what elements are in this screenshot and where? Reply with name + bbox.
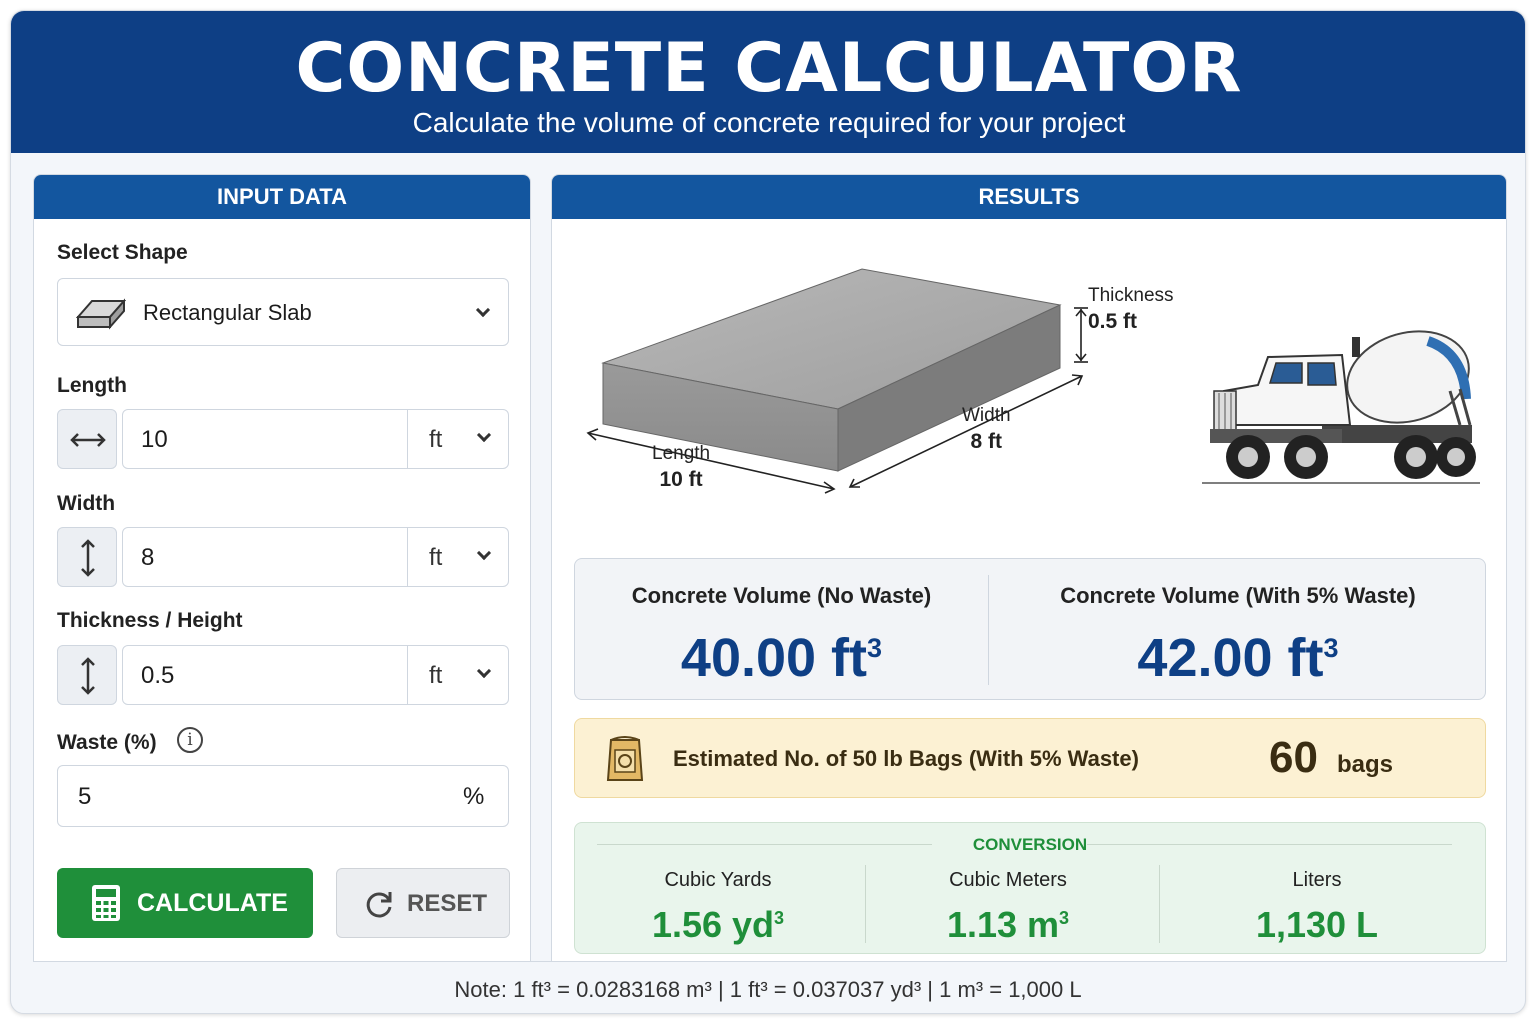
divider (1087, 844, 1452, 845)
thickness-value: 0.5 (141, 662, 175, 689)
vertical-arrows-icon (57, 645, 117, 705)
cement-bag-icon (605, 732, 645, 789)
calculator-icon (91, 884, 121, 929)
length-callout-label: Length (652, 443, 711, 464)
horizontal-arrows-icon (57, 409, 117, 469)
length-callout-value: 10 ft (659, 468, 703, 491)
bags-count: 60 (1269, 733, 1318, 782)
page-title: CONCRETE CALCULATOR (295, 29, 1243, 108)
shape-select-value: Rectangular Slab (143, 300, 312, 325)
thickness-callout-label: Thickness (1088, 285, 1174, 306)
conversion-value: 1,130 L (1255, 904, 1379, 945)
chevron-down-icon[interactable] (476, 545, 492, 561)
width-callout-label: Width (962, 405, 1011, 426)
refresh-icon (363, 888, 395, 927)
slab-diagram: Thickness 0.5 ft Width 8 ft Length 10 ft (552, 219, 1506, 549)
reset-button[interactable]: RESET (336, 868, 510, 938)
thickness-callout: Thickness 0.5 ft (1088, 283, 1174, 336)
slab-icon (75, 295, 127, 336)
thickness-callout-value: 0.5 ft (1088, 310, 1138, 333)
width-value: 8 (141, 544, 155, 571)
thickness-label: Thickness / Height (57, 609, 243, 632)
waste-input[interactable]: 5 % (57, 765, 509, 827)
bags-label: Estimated No. of 50 lb Bags (With 5% Was… (673, 746, 1139, 771)
divider (407, 528, 408, 586)
conversion-note: Note: 1 ft³ = 0.0283168 m³ | 1 ft³ = 0.0… (454, 977, 1082, 1002)
bags-estimate: Estimated No. of 50 lb Bags (With 5% Was… (574, 718, 1486, 798)
volume-with-waste: Concrete Volume (With 5% Waste) 42.00 ft… (989, 583, 1487, 689)
thickness-input[interactable]: 0.5 ft (122, 645, 509, 705)
length-row: 10 ft (57, 409, 509, 469)
shape-label: Select Shape (57, 241, 188, 264)
shape-select[interactable]: Rectangular Slab (57, 278, 509, 346)
conversion-label: Liters (1292, 869, 1342, 891)
length-callout: Length 10 ft (652, 441, 710, 494)
conversion-value: 1.56 yd3 (651, 904, 785, 945)
width-label: Width (57, 492, 116, 515)
calculate-label: CALCULATE (137, 889, 288, 917)
width-unit-select[interactable]: ft (429, 544, 442, 572)
conversion-label: Cubic Meters (949, 869, 1067, 891)
volume-with-waste-value: 42.00 ft3 (1137, 628, 1339, 688)
waste-unit: % (463, 783, 485, 810)
thickness-unit-select[interactable]: ft (429, 662, 442, 690)
volume-no-waste-label: Concrete Volume (No Waste) (631, 583, 932, 608)
divider (407, 410, 408, 468)
concrete-mixer-truck-icon (1202, 330, 1480, 484)
length-input[interactable]: 10 ft (122, 409, 509, 469)
calculate-button[interactable]: CALCULATE (57, 868, 313, 938)
conversion-liters: Liters 1,130 L (1172, 869, 1462, 946)
results-panel-heading: RESULTS (552, 175, 1506, 219)
vertical-arrows-icon (57, 527, 117, 587)
divider (407, 646, 408, 704)
thickness-row: 0.5 ft (57, 645, 509, 705)
chevron-down-icon (475, 302, 491, 318)
width-input[interactable]: 8 ft (122, 527, 509, 587)
volume-with-waste-label: Concrete Volume (With 5% Waste) (1060, 583, 1416, 608)
length-value: 10 (141, 426, 168, 453)
waste-value: 5 (78, 783, 92, 810)
chevron-down-icon[interactable] (476, 427, 492, 443)
length-label: Length (57, 374, 127, 397)
reset-label: RESET (407, 890, 488, 917)
divider (33, 961, 1507, 962)
app-window: CONCRETE CALCULATOR Calculate the volume… (10, 10, 1526, 1014)
bags-unit: bags (1337, 751, 1394, 778)
width-callout-value: 8 ft (970, 430, 1003, 453)
conversion-title: CONVERSION (972, 835, 1088, 854)
conversion-cubic-yards: Cubic Yards 1.56 yd3 (573, 869, 863, 946)
divider (1159, 865, 1160, 943)
input-panel: INPUT DATA Select Shape Rectangular Slab… (33, 174, 531, 962)
waste-label: Waste (%) (57, 731, 157, 754)
app-header: CONCRETE CALCULATOR Calculate the volume… (11, 11, 1525, 153)
page-subtitle: Calculate the volume of concrete require… (412, 107, 1126, 138)
volume-no-waste-value: 40.00 ft3 (680, 628, 883, 688)
input-panel-heading: INPUT DATA (34, 175, 530, 219)
volume-summary: Concrete Volume (No Waste) 40.00 ft3 Con… (574, 558, 1486, 700)
width-callout: Width 8 ft (962, 403, 1011, 456)
conversion-label: Cubic Yards (664, 869, 772, 891)
conversion-panel: CONVERSION Cubic Yards 1.56 yd3 Cubic Me… (574, 822, 1486, 954)
width-row: 8 ft (57, 527, 509, 587)
volume-no-waste: Concrete Volume (No Waste) 40.00 ft3 (575, 583, 988, 689)
chevron-down-icon[interactable] (476, 663, 492, 679)
results-panel: RESULTS Thickness 0.5 ft Width 8 ft Leng… (551, 174, 1507, 962)
info-icon[interactable]: i (177, 727, 203, 753)
length-unit-select[interactable]: ft (429, 426, 442, 454)
conversion-value: 1.13 m3 (946, 904, 1070, 945)
conversion-cubic-meters: Cubic Meters 1.13 m3 (863, 869, 1153, 946)
